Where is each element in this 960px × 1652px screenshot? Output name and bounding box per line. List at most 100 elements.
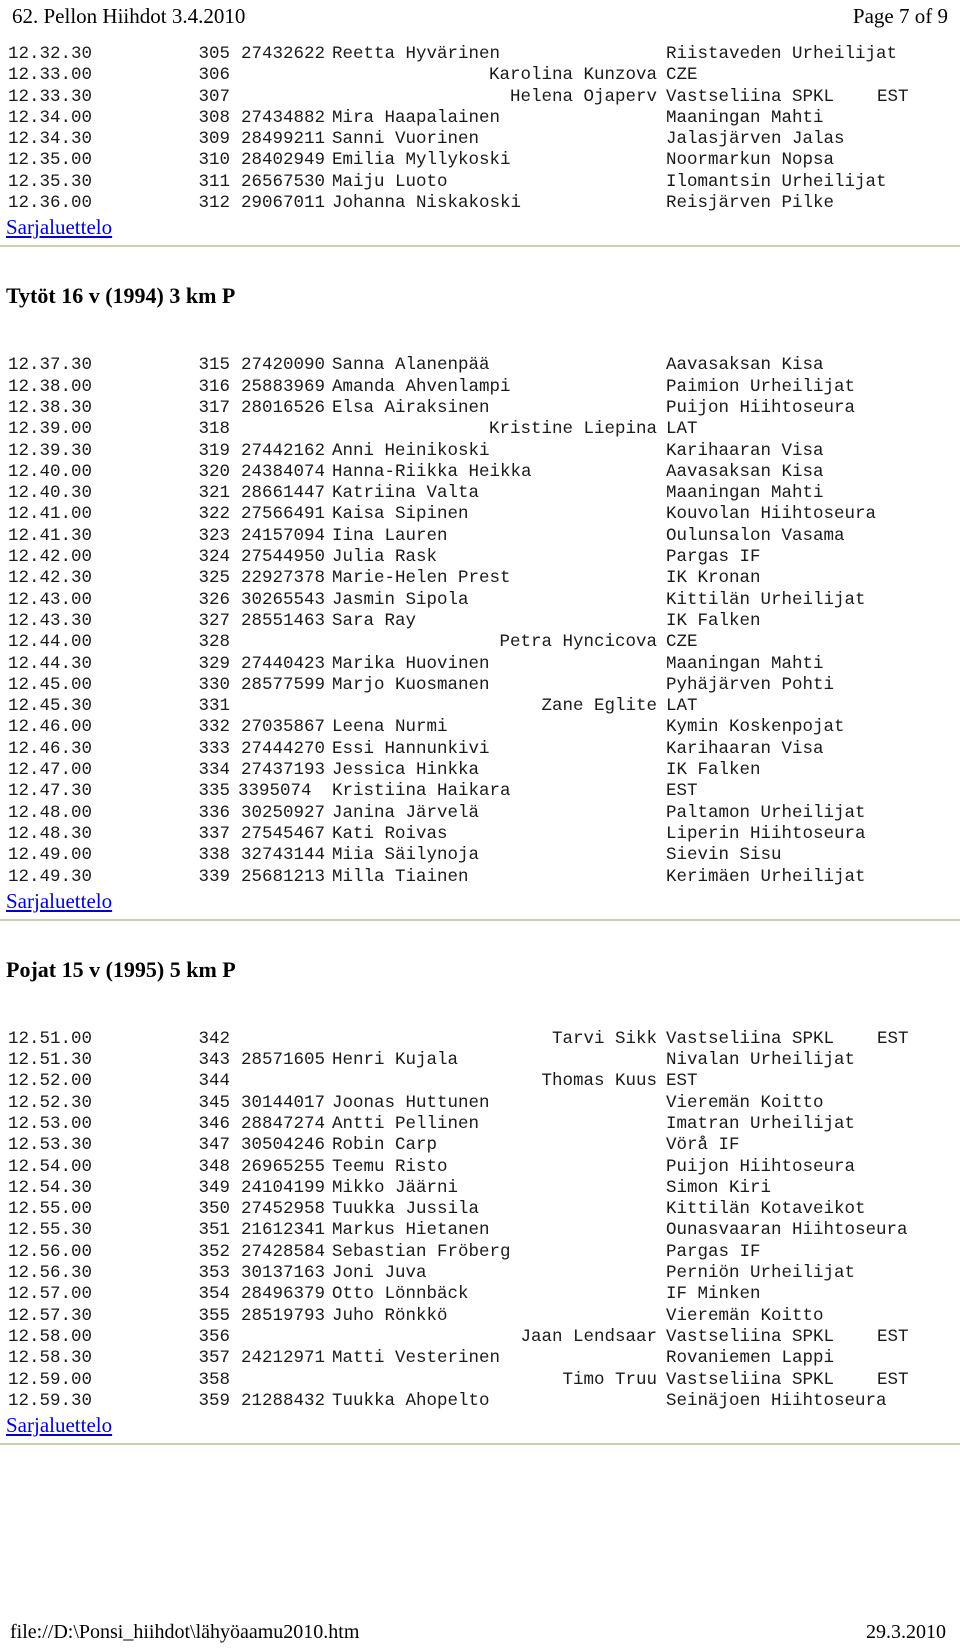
cell-bib-number: 350 <box>198 1199 230 1220</box>
cell-start-time: 12.44.30 <box>8 653 93 674</box>
cell-competitor-name: Emilia Myllykoski <box>332 150 511 171</box>
cell-bib-number: 317 <box>198 397 230 418</box>
cell-club: Maaningan Mahti <box>666 653 824 674</box>
cell-start-time: 12.52.30 <box>8 1092 93 1113</box>
cell-start-time: 12.59.30 <box>8 1390 93 1411</box>
cell-start-time: 12.51.00 <box>8 1028 93 1049</box>
table-row: 12.55.30 351 21612341 Markus Hietanen Ounasv… <box>0 1220 960 1241</box>
cell-club: CZE <box>666 65 698 86</box>
cell-license-number: 26965255 <box>240 1156 325 1177</box>
cell-start-time: 12.56.00 <box>8 1241 93 1262</box>
series-list-link[interactable]: Sarjaluettelo <box>0 215 112 239</box>
results-table: 12.51.00 342 Tarvi Sikk Vastseliina SPKL EST… <box>0 1029 960 1412</box>
cell-bib-number: 353 <box>198 1263 230 1284</box>
cell-start-time: 12.45.00 <box>8 674 93 695</box>
cell-start-time: 12.58.00 <box>8 1326 93 1347</box>
cell-start-time: 12.56.30 <box>8 1263 93 1284</box>
cell-club: Karihaaran Visa <box>666 440 824 461</box>
cell-bib-number: 337 <box>198 823 230 844</box>
cell-license-number: 24384074 <box>240 461 325 482</box>
cell-start-time: 12.33.30 <box>8 86 93 107</box>
cell-start-time: 12.32.30 <box>8 44 93 64</box>
cell-club: Pyhäjärven Pohti <box>666 674 835 695</box>
cell-competitor-name: Joonas Huttunen <box>332 1092 490 1113</box>
cell-start-time: 12.43.00 <box>8 589 93 610</box>
cell-start-time: 12.49.00 <box>8 845 93 866</box>
table-row: 12.33.00 306 Karolina Kunzova CZE <box>0 65 960 86</box>
cell-bib-number: 348 <box>198 1156 230 1177</box>
cell-club: Ilomantsin Urheilijat <box>666 171 887 192</box>
table-row: 12.36.00 312 29067011 Johanna Niskakoski Rei… <box>0 193 960 214</box>
cell-bib-number: 309 <box>198 129 230 150</box>
cell-competitor-name: Henri Kujala <box>332 1050 459 1071</box>
cell-competitor-name: Tarvi Sikk <box>551 1028 657 1049</box>
cell-club: Perniön Urheilijat <box>666 1263 856 1284</box>
cell-license-number: 30137163 <box>240 1263 325 1284</box>
table-row: 12.39.00 318 Kristine Liepina LAT <box>0 419 960 440</box>
cell-club: Pargas IF <box>666 1241 761 1262</box>
cell-competitor-name: Kristiina Haikara <box>332 781 511 802</box>
cell-competitor-name: Antti Pellinen <box>332 1113 480 1134</box>
cell-bib-number: 320 <box>198 461 230 482</box>
cell-license-number: 28571605 <box>240 1050 325 1071</box>
cell-license-number: 27434882 <box>240 107 325 128</box>
cell-bib-number: 316 <box>198 376 230 397</box>
table-row: 12.55.00 350 27452958 Tuukka Jussila Kittilä… <box>0 1199 960 1220</box>
cell-start-time: 12.52.00 <box>8 1071 93 1092</box>
cell-competitor-name: Timo Truu <box>562 1369 657 1390</box>
cell-club: Riistaveden Urheilijat <box>666 44 898 64</box>
cell-club: Simon Kiri <box>666 1177 772 1198</box>
cell-club: Kittilän Urheilijat <box>666 589 866 610</box>
cell-club: Vieremän Koitto <box>666 1305 824 1326</box>
series-list-link[interactable]: Sarjaluettelo <box>0 889 112 913</box>
cell-bib-number: 338 <box>198 845 230 866</box>
cell-club: Paimion Urheilijat <box>666 376 856 397</box>
cell-bib-number: 349 <box>198 1177 230 1198</box>
cell-competitor-name: Essi Hannunkivi <box>332 738 490 759</box>
cell-bib-number: 342 <box>198 1028 230 1049</box>
cell-bib-number: 344 <box>198 1071 230 1092</box>
cell-club: Reisjärven Pilke <box>666 193 835 214</box>
cell-start-time: 12.38.00 <box>8 376 93 397</box>
table-row: 12.47.30 335 3395074 Kristiina Haikara EST <box>0 781 960 802</box>
cell-license-number: 30265543 <box>240 589 325 610</box>
cell-license-number: 28496379 <box>240 1284 325 1305</box>
cell-competitor-name: Kristine Liepina <box>488 419 657 440</box>
table-row: 12.47.00 334 27437193 Jessica Hinkka IK Falk… <box>0 760 960 781</box>
cell-license-number: 30250927 <box>240 802 325 823</box>
cell-club: Jalasjärven Jalas <box>666 129 845 150</box>
cell-competitor-name: Maiju Luoto <box>332 171 448 192</box>
cell-license-number: 28661447 <box>240 483 325 504</box>
cell-bib-number: 352 <box>198 1241 230 1262</box>
table-row: 12.32.30 305 27432622 Reetta Hyvärinen Riist… <box>0 44 960 65</box>
cell-start-time: 12.54.30 <box>8 1177 93 1198</box>
cell-club: Pargas IF <box>666 547 761 568</box>
cell-competitor-name: Milla Tiainen <box>332 866 469 887</box>
table-row: 12.43.30 327 28551463 Sara Ray IK Falken <box>0 611 960 632</box>
cell-bib-number: 328 <box>198 632 230 653</box>
cell-bib-number: 318 <box>198 419 230 440</box>
table-row: 12.59.30 359 21288432 Tuukka Ahopelto Seinäj… <box>0 1391 960 1412</box>
document-title: 62. Pellon Hiihdot 3.4.2010 <box>12 4 246 28</box>
series-list-link[interactable]: Sarjaluettelo <box>0 1413 112 1437</box>
cell-competitor-name: Elsa Airaksinen <box>332 397 490 418</box>
cell-competitor-name: Mira Haapalainen <box>332 107 501 128</box>
cell-competitor-name: Zane Eglite <box>541 696 657 717</box>
cell-club: LAT <box>666 696 698 717</box>
cell-license-number: 22927378 <box>240 568 325 589</box>
table-row: 12.58.30 357 24212971 Matti Vesterinen Rovan… <box>0 1348 960 1369</box>
cell-club: IK Falken <box>666 610 761 631</box>
cell-license-number: 28847274 <box>240 1113 325 1134</box>
table-row: 12.54.30 349 24104199 Mikko Jäärni Simon Kir… <box>0 1178 960 1199</box>
table-row: 12.37.30 315 27420090 Sanna Alanenpää Aavasa… <box>0 355 960 376</box>
cell-license-number: 27437193 <box>240 760 325 781</box>
cell-club: IF Minken <box>666 1284 761 1305</box>
table-row: 12.56.00 352 27428584 Sebastian Fröberg Parg… <box>0 1242 960 1263</box>
cell-start-time: 12.42.00 <box>8 547 93 568</box>
cell-license-number: 27420090 <box>240 355 325 376</box>
cell-bib-number: 327 <box>198 610 230 631</box>
cell-competitor-name: Sara Ray <box>332 610 417 631</box>
cell-start-time: 12.33.00 <box>8 65 93 86</box>
cell-license-number: 28402949 <box>240 150 325 171</box>
